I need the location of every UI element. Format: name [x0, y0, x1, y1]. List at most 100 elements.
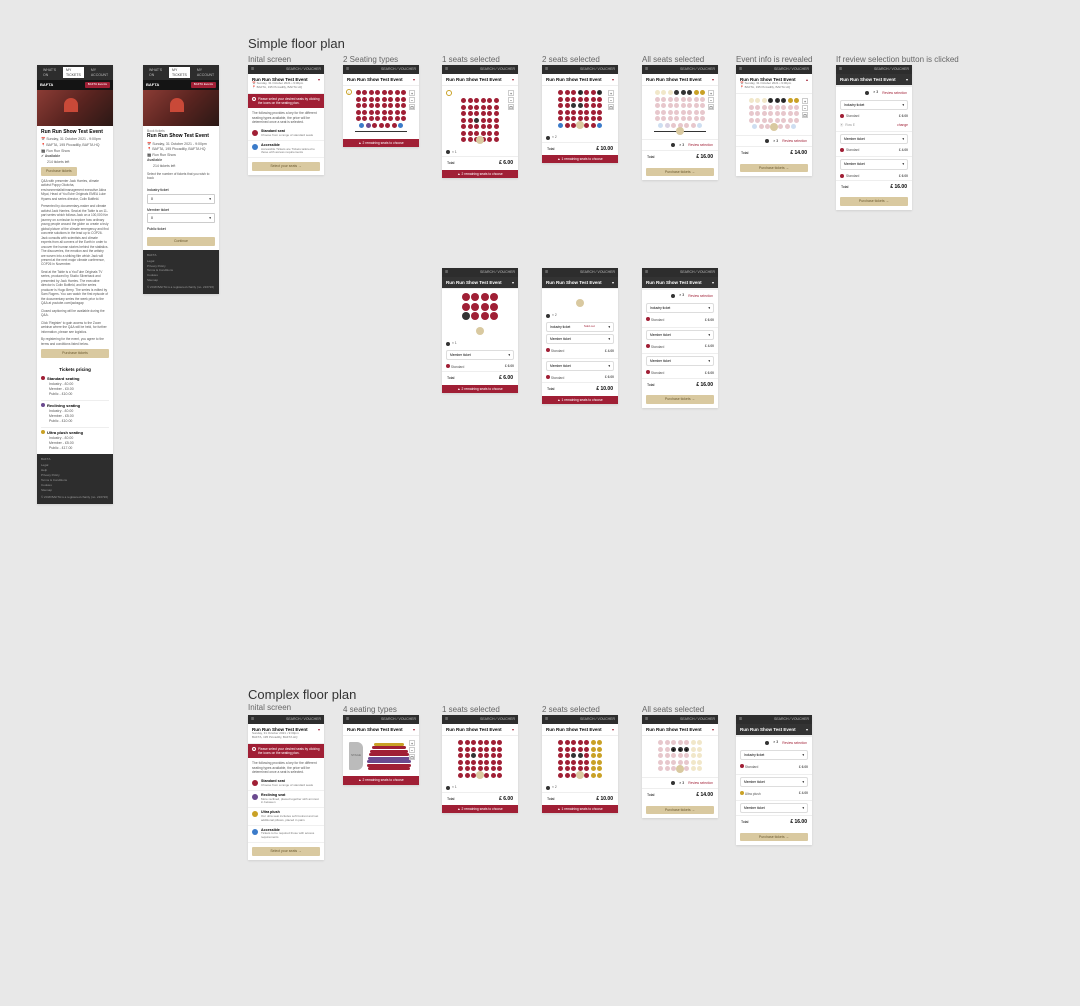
purchase-tickets-button-3[interactable]: Purchase tickets →: [840, 197, 908, 206]
seat-type-standard: Standard seating: [47, 376, 79, 381]
col-2types: 2 Seating types: [343, 55, 398, 64]
nav-tabs: WHAT'S ON MY TICKETS MY ACCOUNT: [37, 65, 113, 80]
col-info: Event info is revealed: [736, 55, 813, 64]
seat-alert: !Please select your desired seats by cli…: [248, 94, 324, 108]
review-link[interactable]: Review selection: [688, 143, 713, 147]
pricing-heading: Tickets pricing: [41, 367, 109, 373]
screen-s-2sel-scroll: ☰SEARCH / VOUCHER ▾Run Run Show Test Eve…: [542, 268, 618, 404]
footer: BAFTA Legal Help Privacy Policy Terms & …: [37, 454, 113, 503]
footer-crest: BAFTA: [41, 458, 109, 462]
screen-s-2sel: ☰SEARCH / VOUCHER ▾Run Run Show Test Eve…: [542, 65, 618, 163]
col-1sel: 1 seats selected: [442, 55, 500, 64]
event-desc-2: Presented by documentary-maker and clima…: [41, 204, 109, 267]
ticket-select-industry[interactable]: Industry ticket▾: [840, 100, 908, 110]
search-voucher[interactable]: SEARCH / VOUCHER: [286, 67, 321, 72]
event-desc-1: Q&A with presenter Jack Harries, climate…: [41, 179, 109, 201]
bafta-logo: BAFTA: [40, 82, 53, 87]
continue-button[interactable]: Continue: [147, 237, 215, 246]
event-hero-image: [37, 90, 113, 126]
screen-s-initial: ☰ SEARCH / VOUCHER ▾ Run Run Show Test Ev…: [248, 65, 324, 175]
event-header-collapsed[interactable]: ▾Run Run Show Test Event: [343, 74, 419, 87]
brand-bar: BAFTA BAFTA Events: [37, 80, 113, 90]
footer-copy: © 2018 BAFTA is a registered charity (no…: [41, 496, 109, 500]
event-venue: 📍 BAFTA, 195 Piccadilly, BAFTA HQ: [41, 143, 109, 148]
ticket-select-member[interactable]: Member ticket▾: [840, 134, 908, 144]
col-4types: 4 seating types: [343, 705, 397, 714]
chevron-down-icon: ▾: [318, 77, 320, 82]
tab-whatson-2[interactable]: WHAT'S ON: [146, 67, 165, 78]
seat-dot-ultra: [41, 430, 45, 434]
seat-type-reclining: Reclining seating: [47, 403, 80, 408]
event-venue-2: 📍 BAFTA, 195 Piccadilly, BAFTA HQ: [147, 147, 215, 152]
screen-c-allsel: ☰SEARCH / VOUCHER ▾Run Run Show Test Eve…: [642, 715, 718, 818]
purchase-button-2[interactable]: Purchase tickets: [41, 349, 109, 358]
event-date-2: 📅 Sunday, 31 October 2021 - 9:00pm: [147, 142, 215, 147]
col-initial: Inital screen: [248, 55, 291, 64]
key-intro: The following provides a key for the dif…: [248, 108, 324, 127]
label-public: Public ticket: [147, 227, 215, 232]
label-industry: Industry ticket: [147, 188, 215, 193]
purchase-tickets-button[interactable]: Purchase tickets →: [646, 168, 714, 177]
events-button-2[interactable]: BAFTA Events: [191, 82, 216, 88]
zoom-reset[interactable]: ⊡: [409, 104, 415, 110]
select-industry[interactable]: 0▾: [147, 194, 215, 204]
seat-dot-reclining: [41, 403, 45, 407]
menu-icon[interactable]: ☰: [251, 67, 254, 72]
screen-c-review: ☰SEARCH / VOUCHER ▾Run Run Show Test Eve…: [736, 715, 812, 845]
screen-s-allsel-scroll: ☰SEARCH / VOUCHER ▾Run Run Show Test Eve…: [642, 268, 718, 408]
tab-whatson[interactable]: WHAT'S ON: [40, 67, 59, 78]
screen-c-1sel: ☰SEARCH / VOUCHER ▾Run Run Show Test Eve…: [442, 715, 518, 813]
total-price: £ 6.00: [499, 160, 513, 167]
select-member[interactable]: 0▾: [147, 213, 215, 223]
select-seats-button[interactable]: Select your seats →: [252, 162, 320, 171]
pricing-block: Tickets pricing Standard seating Industr…: [37, 364, 113, 455]
scroll-indicator: [476, 136, 484, 144]
screen-bar: [355, 131, 407, 132]
screen-s-review: ☰SEARCH / VOUCHER ▾Run Run Show Test Eve…: [836, 65, 912, 210]
total-label: Total: [447, 161, 454, 166]
tab-myaccount[interactable]: MY ACCOUNT: [88, 67, 111, 78]
zoom-out[interactable]: −: [409, 97, 415, 103]
col-2sel-c: 2 seats selected: [542, 705, 600, 714]
footer-link-sitemap[interactable]: Sitemap: [41, 489, 109, 493]
tab-mytickets[interactable]: MY TICKETS: [63, 67, 84, 78]
screen-c-2sel: ☰SEARCH / VOUCHER ▾Run Run Show Test Eve…: [542, 715, 618, 813]
event-desc-5: Click 'Register' to gain access to the Z…: [41, 321, 109, 334]
event-series-2: 🎬 Run Run Show: [147, 153, 215, 158]
col-allsel: All seats selected: [642, 55, 704, 64]
purchase-button[interactable]: Purchase tickets: [41, 167, 77, 176]
screen-s-1sel-scroll: ☰SEARCH / VOUCHER ▾Run Run Show Test Eve…: [442, 268, 518, 393]
zoom-in[interactable]: +: [409, 90, 415, 96]
tab-myaccount-2[interactable]: MY ACCOUNT: [194, 67, 217, 78]
nav-tabs-2: WHAT'S ON MY TICKETS MY ACCOUNT: [143, 65, 219, 80]
event-date: 📅 Sunday, 31 October 2021 - 9:00pm: [41, 137, 109, 142]
col-1sel-c: 1 seats selected: [442, 705, 500, 714]
price-rec-public: Public - £10.00: [49, 419, 109, 424]
purchase-tickets-button-2[interactable]: Purchase tickets →: [740, 164, 808, 173]
tab-mytickets-2[interactable]: MY TICKETS: [169, 67, 190, 78]
seat-type-ultra: Ultra plush seating: [47, 430, 83, 435]
price-std-public: Public - £10.00: [49, 392, 109, 397]
col-review: If review selection button is clicked: [836, 55, 959, 64]
event-hero-2: [143, 90, 219, 126]
event-header[interactable]: ▾ Run Run Show Test Event 📅 Sunday, 31 O…: [248, 74, 324, 95]
event-desc-3: Seat at the Table is a YouTube Originals…: [41, 270, 109, 306]
screen-s-info: ☰SEARCH / VOUCHER ▴ Run Run Show Test Ev…: [736, 65, 812, 176]
menu-icon[interactable]: ☰: [346, 67, 349, 72]
footer-link-legal[interactable]: Legal: [41, 464, 109, 468]
events-button[interactable]: BAFTA Events: [85, 82, 110, 88]
event-desc-4: Closed captioning will be available duri…: [41, 309, 109, 318]
bafta-logo-2: BAFTA: [146, 82, 159, 87]
screen-s-1sel: ☰SEARCH / VOUCHER ▾Run Run Show Test Eve…: [442, 65, 518, 178]
section-simple: Simple floor plan: [248, 36, 345, 51]
booking-intro: Select the number of tickets that you wi…: [147, 172, 215, 181]
seat-dot-standard: [41, 376, 45, 380]
col-allsel-c: All seats selected: [642, 705, 704, 714]
footer-2: BAFTA LegalPrivacy PolicyTerms & Conditi…: [143, 250, 219, 294]
event-avail: ✔ Available: [41, 154, 109, 159]
screen-event-detail: WHAT'S ON MY TICKETS MY ACCOUNT BAFTA BA…: [37, 65, 113, 504]
seat-map[interactable]: i: [343, 86, 419, 139]
event-avail-count: 214 tickets left: [47, 160, 109, 165]
event-series: 🎬 Run Run Show: [41, 149, 109, 154]
screen-s-map: ☰SEARCH / VOUCHER ▾Run Run Show Test Eve…: [343, 65, 419, 147]
